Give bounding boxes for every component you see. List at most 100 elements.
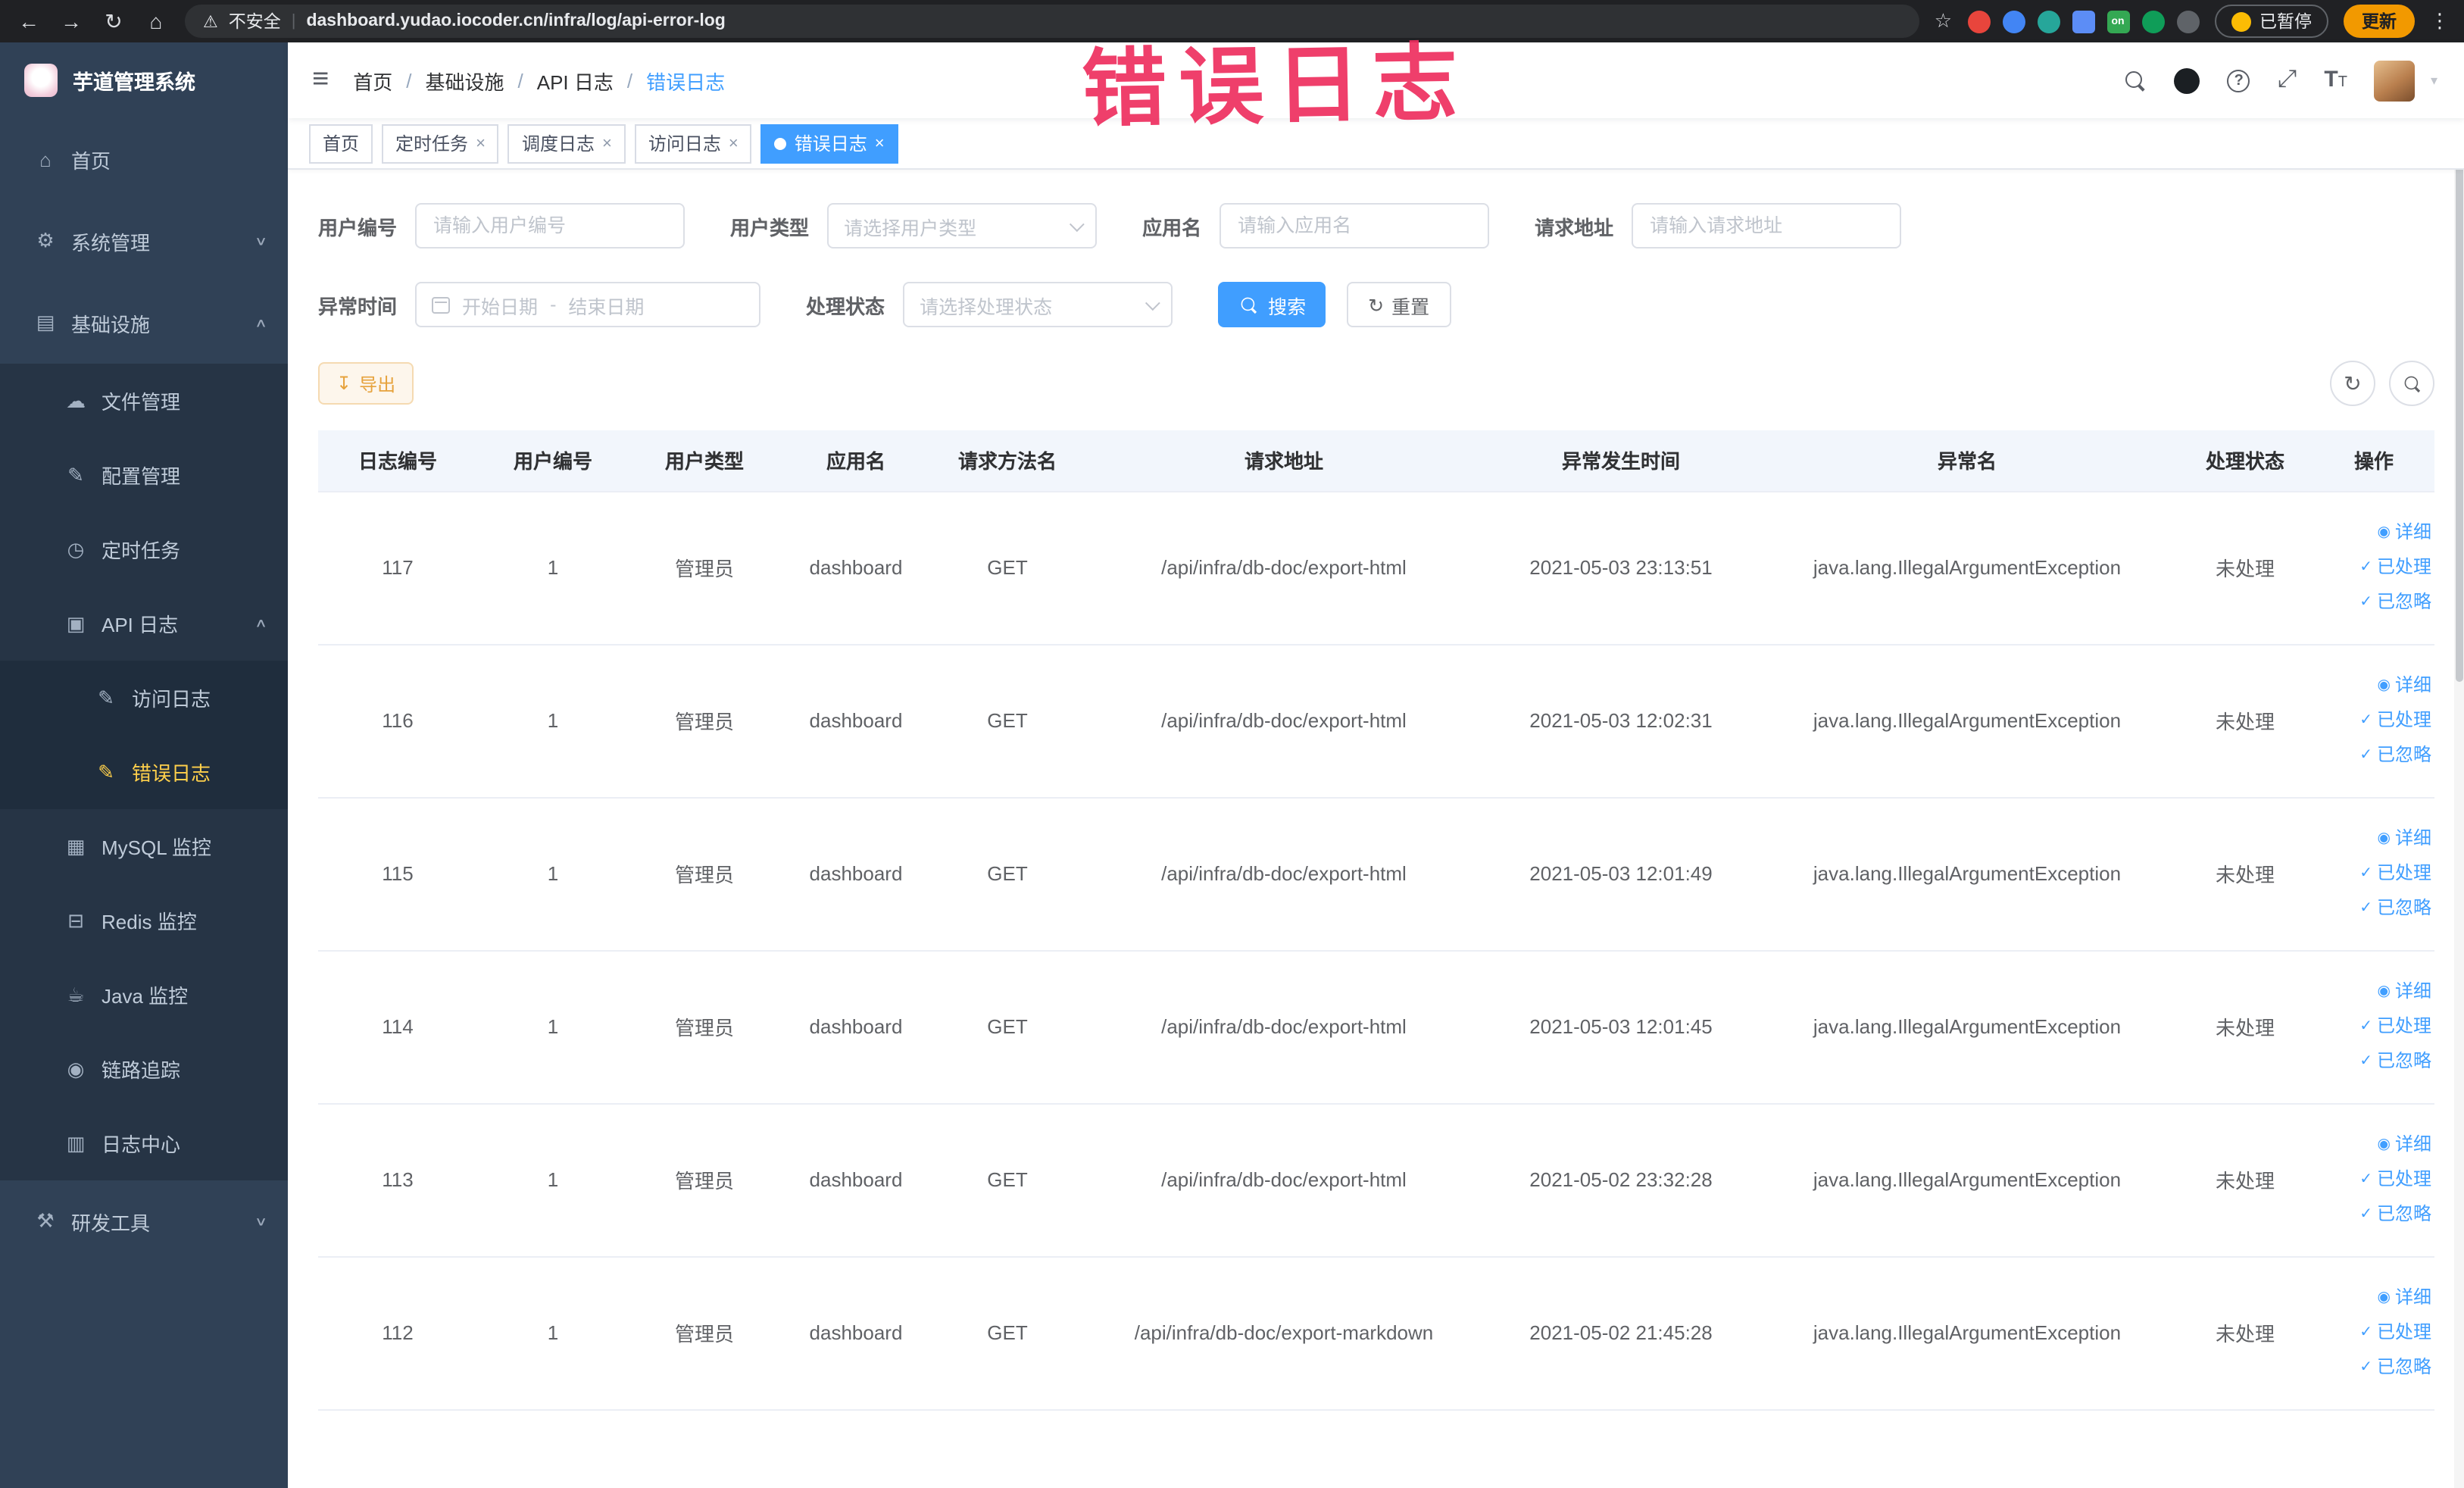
sidebar-item-home[interactable]: ⌂ 首页 <box>0 118 288 200</box>
sidebar-item-infrastructure[interactable]: ▤ 基础设施 ∧ <box>0 282 288 364</box>
action-detail[interactable]: ◉ 详细 <box>2378 823 2432 855</box>
github-icon[interactable] <box>2174 67 2200 93</box>
paused-button[interactable]: 已暂停 <box>2214 5 2328 38</box>
fullscreen-icon[interactable]: ⤢ <box>2278 67 2297 94</box>
extension-icon[interactable] <box>1967 10 1990 33</box>
tab-schedule-log[interactable]: 调度日志 × <box>507 123 626 163</box>
breadcrumb-separator: / <box>626 69 633 92</box>
action-processed[interactable]: ✓ 已处理 <box>2359 1011 2431 1043</box>
tab-label: 错误日志 <box>794 133 867 155</box>
search-toggle-button[interactable] <box>2389 361 2434 406</box>
sidebar-item-mysql-monitor[interactable]: ▦ MySQL 监控 <box>0 809 288 883</box>
sidebar-item-config-management[interactable]: ✎ 配置管理 <box>0 438 288 512</box>
eye-icon: ◉ <box>2377 830 2391 847</box>
tab-home[interactable]: 首页 <box>309 123 373 163</box>
action-detail[interactable]: ◉ 详细 <box>2378 517 2432 549</box>
file-icon: ☁ <box>66 389 86 411</box>
tab-access-log[interactable]: 访问日志 × <box>634 123 752 163</box>
sidebar-item-label: Java 监控 <box>101 985 189 1008</box>
user-id-input[interactable] <box>415 203 685 249</box>
extension-icon[interactable] <box>2002 10 2025 33</box>
sidebar-item-system-management[interactable]: ⚙ 系统管理 ∨ <box>0 200 288 282</box>
action-processed[interactable]: ✓ 已处理 <box>2359 705 2431 736</box>
avatar[interactable] <box>2374 60 2416 101</box>
address-bar[interactable]: ⚠ 不安全 | dashboard.yudao.iocoder.cn/infra… <box>185 5 1919 38</box>
font-size-icon[interactable]: TT <box>2324 67 2347 94</box>
tab-label: 访问日志 <box>648 133 721 155</box>
process-status-select[interactable]: 请选择处理状态 <box>903 282 1173 327</box>
action-processed[interactable]: ✓ 已处理 <box>2359 552 2431 583</box>
extension-on-icon[interactable]: on <box>2106 10 2129 33</box>
action-detail[interactable]: ◉ 详细 <box>2378 1282 2432 1314</box>
eye-icon: ◉ <box>2377 1289 2391 1306</box>
tab-error-log[interactable]: 错误日志 × <box>760 123 898 163</box>
bookmark-star-icon[interactable]: ☆ <box>1935 9 1952 33</box>
action-ignored[interactable]: ✓ 已忽略 <box>2359 586 2431 618</box>
action-ignored[interactable]: ✓ 已忽略 <box>2359 1199 2431 1230</box>
extension-icon[interactable] <box>2141 10 2164 33</box>
sidebar-item-api-logs[interactable]: ▣ API 日志 ∧ <box>0 586 288 661</box>
tab-scheduled-tasks[interactable]: 定时任务 × <box>382 123 499 163</box>
avatar-caret-icon[interactable]: ▾ <box>2431 72 2437 89</box>
cell-app-name: dashboard <box>780 1103 932 1257</box>
filter-exception-time: 异常时间 开始日期 - 结束日期 <box>318 282 761 327</box>
help-icon[interactable]: ? <box>2227 69 2250 92</box>
export-button[interactable]: ↧ 导出 <box>318 362 414 405</box>
cell-method: GET <box>932 797 1083 951</box>
close-icon[interactable]: × <box>729 134 739 152</box>
sidebar-item-redis-monitor[interactable]: ⊟ Redis 监控 <box>0 883 288 958</box>
browser-menu-icon[interactable]: ⋮ <box>2430 9 2450 33</box>
filter-label: 异常时间 <box>318 295 398 317</box>
sidebar-item-error-log[interactable]: ✎ 错误日志 <box>0 735 288 809</box>
action-label: 详细 <box>2394 1133 2431 1155</box>
action-processed[interactable]: ✓ 已处理 <box>2359 858 2431 889</box>
extension-icon[interactable] <box>2176 10 2199 33</box>
hamburger-icon[interactable]: ≡ <box>288 64 353 97</box>
extension-icon[interactable] <box>2072 10 2094 33</box>
sidebar-item-scheduled-tasks[interactable]: ◷ 定时任务 <box>0 512 288 586</box>
action-detail[interactable]: ◉ 详细 <box>2378 670 2432 702</box>
eye-icon: ◉ <box>2377 983 2391 1000</box>
action-ignored[interactable]: ✓ 已忽略 <box>2359 1352 2431 1383</box>
refresh-button[interactable]: ↻ <box>2330 361 2375 406</box>
forward-icon[interactable]: → <box>58 9 85 33</box>
action-ignored[interactable]: ✓ 已忽略 <box>2359 739 2431 771</box>
sidebar-item-trace[interactable]: ◉ 链路追踪 <box>0 1032 288 1106</box>
breadcrumb-item[interactable]: 首页 <box>353 66 392 95</box>
action-detail[interactable]: ◉ 详细 <box>2378 976 2432 1008</box>
back-icon[interactable]: ← <box>15 9 42 33</box>
date-range-picker[interactable]: 开始日期 - 结束日期 <box>415 282 761 327</box>
update-button[interactable]: 更新 <box>2344 5 2415 38</box>
cell-request-url: /api/infra/db-doc/export-html <box>1083 491 1485 645</box>
cell-exception-name: java.lang.IllegalArgumentException <box>1757 797 2177 951</box>
action-processed[interactable]: ✓ 已处理 <box>2359 1317 2431 1349</box>
extension-icon[interactable] <box>2037 10 2060 33</box>
action-processed[interactable]: ✓ 已处理 <box>2359 1164 2431 1196</box>
action-detail[interactable]: ◉ 详细 <box>2378 1129 2432 1161</box>
request-url-input[interactable] <box>1632 203 1902 249</box>
breadcrumb-item[interactable]: API 日志 <box>537 66 614 95</box>
sidebar-item-file-management[interactable]: ☁ 文件管理 <box>0 364 288 438</box>
sidebar-item-dev-tools[interactable]: ⚒ 研发工具 ∨ <box>0 1180 288 1262</box>
reload-icon[interactable]: ↻ <box>100 8 127 34</box>
mysql-icon: ▦ <box>66 834 86 857</box>
sidebar-item-java-monitor[interactable]: ☕ Java 监控 <box>0 958 288 1032</box>
breadcrumb: 首页 / 基础设施 / API 日志 / 错误日志 <box>353 66 725 95</box>
browser-home-icon[interactable]: ⌂ <box>142 9 170 33</box>
action-ignored[interactable]: ✓ 已忽略 <box>2359 892 2431 924</box>
close-icon[interactable]: × <box>602 134 612 152</box>
reset-button[interactable]: ↻ 重置 <box>1347 282 1451 327</box>
sidebar-item-log-center[interactable]: ▥ 日志中心 <box>0 1106 288 1180</box>
app-logo[interactable]: 芋道管理系统 <box>0 42 288 118</box>
user-type-select[interactable]: 请选择用户类型 <box>827 203 1098 249</box>
cell-user-type: 管理员 <box>629 1256 780 1410</box>
search-button[interactable]: 搜索 <box>1218 282 1326 327</box>
search-icon[interactable] <box>2125 69 2147 92</box>
action-ignored[interactable]: ✓ 已忽略 <box>2359 1046 2431 1077</box>
app-name-input[interactable] <box>1220 203 1490 249</box>
sidebar-item-access-log[interactable]: ✎ 访问日志 <box>0 661 288 735</box>
breadcrumb-item[interactable]: 基础设施 <box>425 66 504 95</box>
close-icon[interactable]: × <box>875 134 885 152</box>
cell-app-name: dashboard <box>780 491 932 645</box>
close-icon[interactable]: × <box>476 134 486 152</box>
